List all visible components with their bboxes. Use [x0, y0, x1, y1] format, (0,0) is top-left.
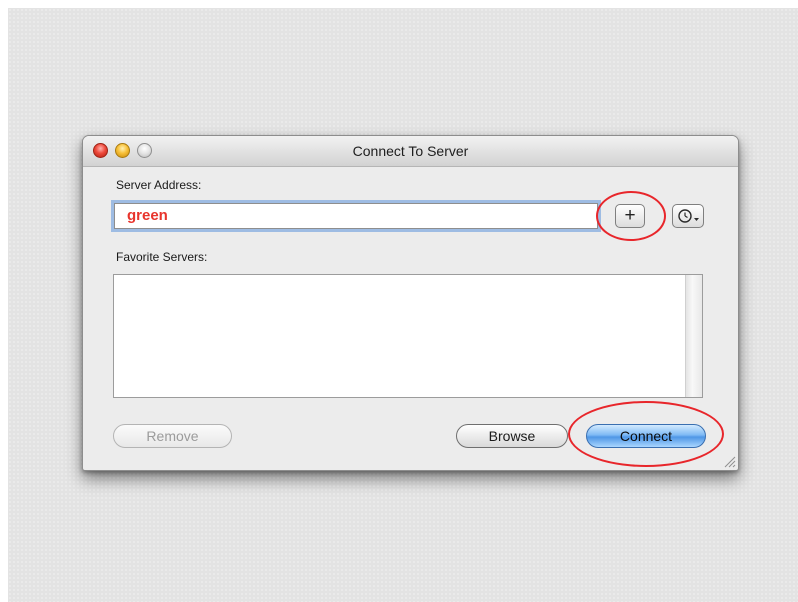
favorite-servers-scrollbar[interactable] — [685, 275, 702, 397]
resize-grip-icon[interactable] — [722, 454, 736, 468]
clock-icon — [678, 209, 699, 223]
server-address-input[interactable]: green — [114, 203, 598, 229]
remove-button[interactable]: Remove — [113, 424, 232, 448]
highlight-circle-connect-button — [568, 401, 724, 467]
window-title: Connect To Server — [352, 143, 469, 159]
browse-button[interactable]: Browse — [456, 424, 568, 448]
favorite-servers-label: Favorite Servers: — [116, 250, 208, 264]
recent-servers-button[interactable] — [672, 204, 704, 228]
highlight-circle-add-button — [596, 191, 666, 241]
favorite-servers-list[interactable] — [113, 274, 703, 398]
chevron-down-icon — [694, 218, 699, 221]
server-address-label: Server Address: — [116, 178, 202, 192]
title-bar[interactable]: Connect To Server — [83, 136, 738, 167]
